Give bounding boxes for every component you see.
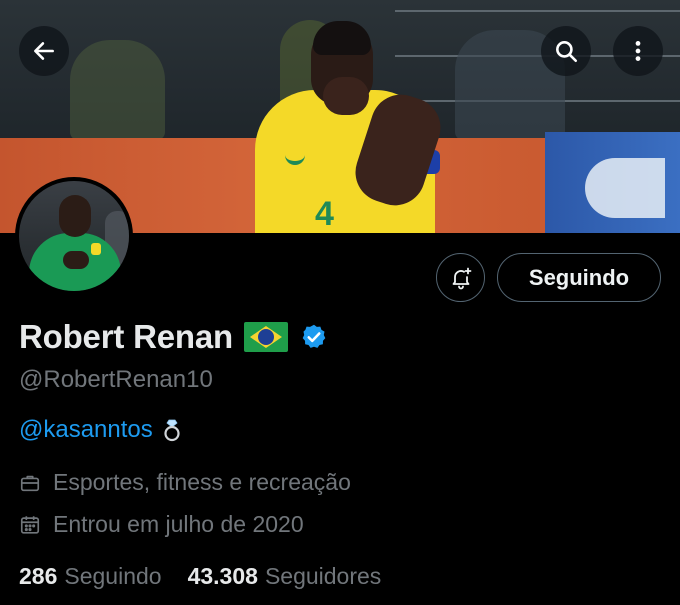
bell-plus-icon bbox=[452, 267, 471, 289]
search-button[interactable] bbox=[541, 26, 591, 76]
back-button[interactable] bbox=[19, 26, 69, 76]
follow-stats: 286 Seguindo 43.308 Seguidores bbox=[19, 563, 381, 590]
username-handle: @RobertRenan10 bbox=[19, 366, 213, 393]
display-name: Robert Renan bbox=[19, 318, 233, 355]
calendar-icon bbox=[20, 515, 40, 534]
briefcase-icon bbox=[20, 475, 40, 491]
avatar[interactable] bbox=[15, 177, 133, 295]
background-person bbox=[70, 40, 165, 140]
profile-category: Esportes, fitness e recreação bbox=[19, 469, 351, 496]
followers-label: Seguidores bbox=[264, 563, 382, 589]
shirt-number: 4 bbox=[315, 195, 334, 233]
player-hand bbox=[323, 77, 369, 115]
followers-count: 43.308 bbox=[187, 563, 258, 589]
ad-board-logo bbox=[585, 158, 665, 218]
followers-stat[interactable]: 43.308 Seguidores bbox=[188, 563, 382, 590]
join-date: Entrou em julho de 2020 bbox=[19, 511, 304, 538]
player-hair bbox=[313, 21, 371, 55]
category-text: Esportes, fitness e recreação bbox=[53, 469, 351, 495]
verified-badge-icon[interactable] bbox=[300, 323, 328, 351]
avatar-head bbox=[59, 195, 91, 237]
name-row: Robert Renan bbox=[19, 317, 328, 357]
avatar-crest bbox=[91, 243, 101, 255]
ring-icon bbox=[164, 419, 180, 442]
avatar-image bbox=[19, 181, 129, 291]
brazil-flag-icon bbox=[243, 322, 288, 352]
avatar-hand bbox=[63, 251, 89, 269]
following-button[interactable]: Seguindo bbox=[497, 253, 661, 302]
following-stat[interactable]: 286 Seguindo bbox=[19, 563, 162, 590]
bio-mention-link[interactable]: @kasanntos bbox=[19, 416, 153, 444]
more-button[interactable] bbox=[613, 26, 663, 76]
search-icon bbox=[556, 41, 578, 63]
bio: @kasanntos bbox=[19, 416, 182, 444]
stadium-rail bbox=[395, 10, 680, 12]
following-count: 286 bbox=[19, 563, 58, 589]
arrow-left-icon bbox=[34, 42, 54, 60]
following-label: Seguindo bbox=[64, 563, 162, 589]
banner-player: 4 bbox=[243, 15, 449, 233]
join-date-text: Entrou em julho de 2020 bbox=[53, 511, 304, 537]
notifications-button[interactable] bbox=[436, 253, 485, 302]
more-vertical-icon bbox=[635, 41, 641, 61]
